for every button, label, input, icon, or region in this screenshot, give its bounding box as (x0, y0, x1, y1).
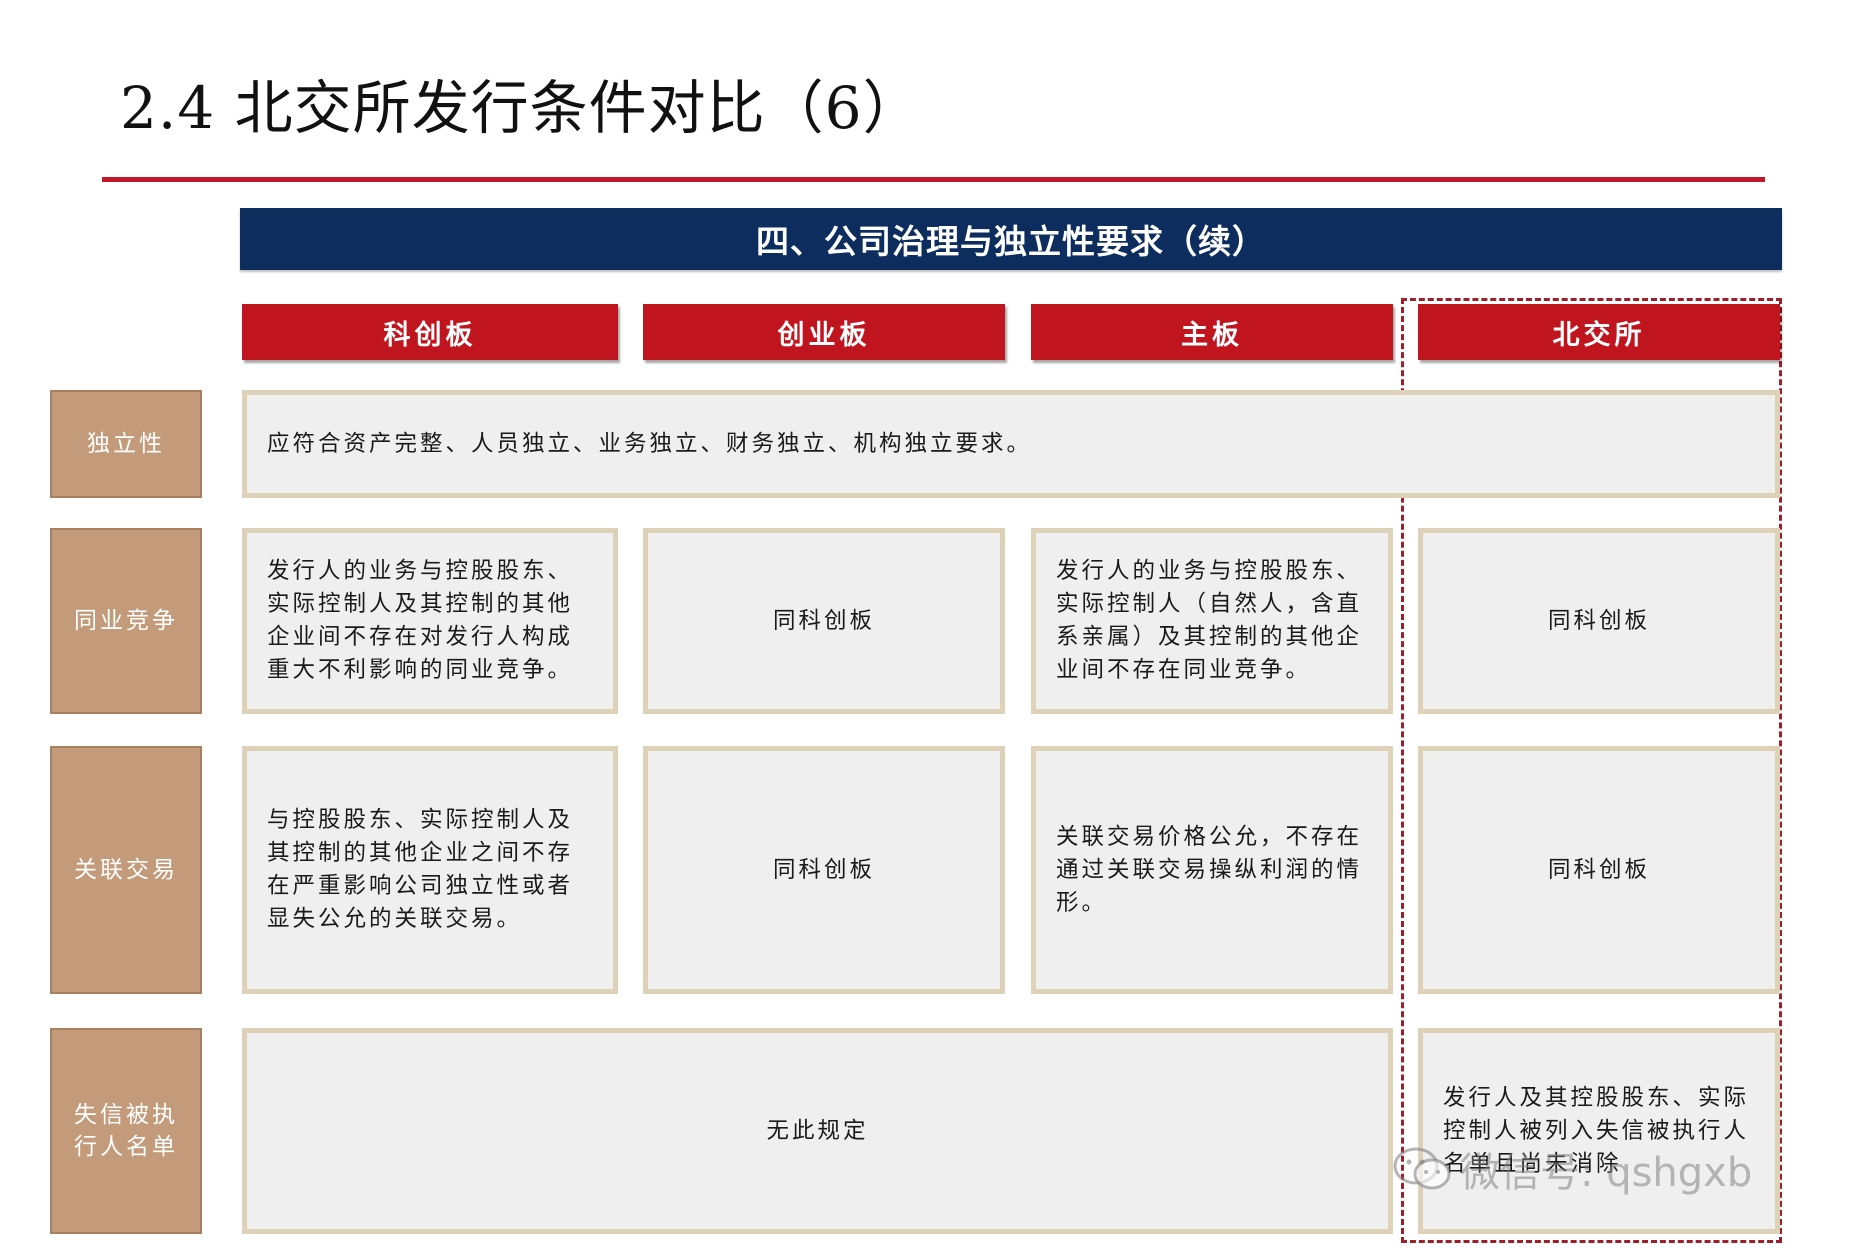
cell-competition-zb: 发行人的业务与控股股东、实际控制人（自然人，含直系亲属）及其控制的其他企业间不存… (1031, 528, 1393, 714)
cell-dishonest-others: 无此规定 (242, 1028, 1393, 1234)
cell-related-kcb: 与控股股东、实际控制人及其控制的其他企业之间不存在严重影响公司独立性或者显失公允… (242, 746, 618, 994)
cell-competition-bjs-text: 同科创板 (1547, 607, 1650, 634)
cell-dishonest-others-text: 无此规定 (766, 1117, 869, 1144)
row-header-independence: 独立性 (50, 390, 202, 498)
cell-related-cyb: 同科创板 (643, 746, 1005, 994)
cell-related-cyb-text: 同科创板 (772, 856, 875, 883)
cell-competition-kcb: 发行人的业务与控股股东、实际控制人及其控制的其他企业间不存在对发行人构成重大不利… (242, 528, 618, 714)
row-header-competition: 同业竞争 (50, 528, 202, 714)
page-title: 2.4 北交所发行条件对比（6） (120, 74, 922, 142)
column-header-cyb: 创业板 (643, 304, 1005, 360)
column-header-zb: 主板 (1031, 304, 1393, 360)
cell-related-kcb-text: 与控股股东、实际控制人及其控制的其他企业之间不存在严重影响公司独立性或者显失公允… (267, 807, 574, 932)
cell-related-zb: 关联交易价格公允，不存在通过关联交易操纵利润的情形。 (1031, 746, 1393, 994)
cell-related-zb-text: 关联交易价格公允，不存在通过关联交易操纵利润的情形。 (1056, 823, 1363, 916)
column-header-bjs: 北交所 (1418, 304, 1780, 360)
title-divider (102, 177, 1765, 182)
row-header-dishonest: 失信被执行人名单 (50, 1028, 202, 1234)
cell-independence: 应符合资产完整、人员独立、业务独立、财务独立、机构独立要求。 (242, 390, 1780, 498)
wechat-watermark: 微信号: qshgxb (1392, 1140, 1752, 1198)
cell-competition-cyb-text: 同科创板 (772, 607, 875, 634)
cell-related-bjs-text: 同科创板 (1547, 856, 1650, 883)
row-header-related: 关联交易 (50, 746, 202, 994)
wechat-icon (1393, 1147, 1451, 1190)
cell-dishonest-bjs: 发行人及其控股股东、实际控制人被列入失信被执行人名单且尚未消除 (1418, 1028, 1780, 1234)
cell-competition-kcb-text: 发行人的业务与控股股东、实际控制人及其控制的其他企业间不存在对发行人构成重大不利… (267, 558, 574, 683)
cell-competition-bjs: 同科创板 (1418, 528, 1780, 714)
cell-related-bjs: 同科创板 (1418, 746, 1780, 994)
section-banner: 四、公司治理与独立性要求（续） (240, 208, 1782, 270)
cell-independence-text: 应符合资产完整、人员独立、业务独立、财务独立、机构独立要求。 (267, 430, 1033, 457)
cell-competition-zb-text: 发行人的业务与控股股东、实际控制人（自然人，含直系亲属）及其控制的其他企业间不存… (1056, 558, 1363, 683)
cell-competition-cyb: 同科创板 (643, 528, 1005, 714)
column-header-kcb: 科创板 (242, 304, 618, 360)
watermark-text: 微信号: qshgxb (1460, 1150, 1753, 1196)
